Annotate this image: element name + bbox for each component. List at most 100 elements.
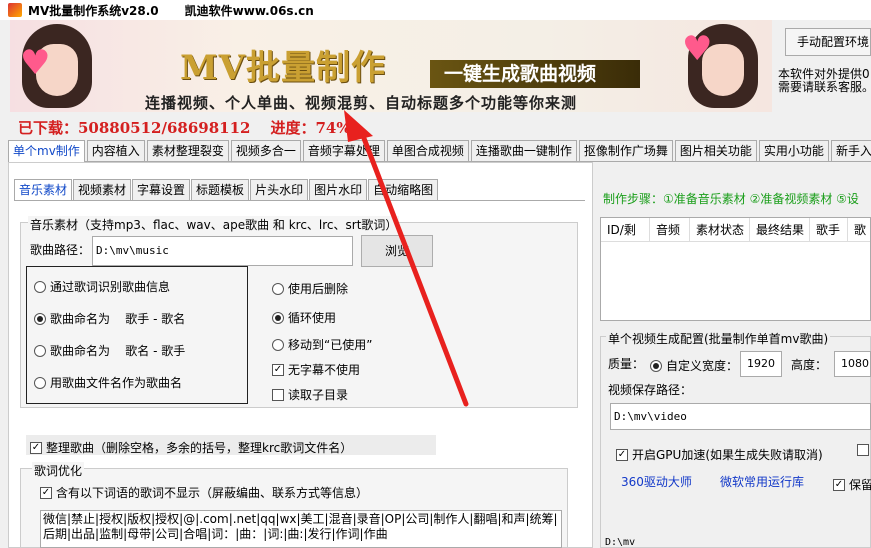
window-title: MV批量制作系统v28.0 xyxy=(28,3,159,18)
main-tabs: 单个mv制作 内容植入 素材整理裂变 视频多合一 音频字幕处理 单图合成视频 连… xyxy=(8,140,871,163)
banner-headline: MV批量制作 xyxy=(180,48,387,88)
notice-line-2: 需要请联系客服。 xyxy=(778,80,871,94)
tab-utilities[interactable]: 实用小功能 xyxy=(758,140,829,161)
table-header: 素材状态 xyxy=(690,218,750,242)
banner-girl-right-image: ♥ xyxy=(678,20,770,112)
checkbox-checked: ✓ xyxy=(833,478,845,491)
tab-content-insert[interactable]: 内容植入 xyxy=(86,140,145,161)
save-path-input[interactable]: D:\mv\video xyxy=(610,403,871,430)
lyrics-group-title: 歌词优化 xyxy=(32,462,85,479)
radio-loop-use[interactable]: 循环使用 xyxy=(272,309,336,326)
tab-beginner[interactable]: 新手入门 xyxy=(830,140,871,161)
banner-slogan: 一键生成歌曲视频 xyxy=(430,60,640,88)
tab-image-watermark[interactable]: 图片水印 xyxy=(309,179,368,200)
lyrics-keywords-textarea[interactable]: 微信|禁止|授权|版权|授权|@|.com|.net|qq|wx|美工|混音|录… xyxy=(40,510,562,548)
browse-button[interactable]: 浏览 xyxy=(361,235,433,267)
check-label: 整理歌曲（删除空格，多余的括号，整理krc歌词文件名） xyxy=(46,441,353,455)
radio-label: 歌曲命名为 歌手 - 歌名 xyxy=(50,312,186,326)
check-read-subdir[interactable]: 读取子目录 xyxy=(272,386,348,403)
bottom-path-text: D:\mv xyxy=(605,537,636,548)
radio-delete-after-use[interactable]: 使用后删除 xyxy=(272,280,348,297)
radio-label: 移动到“已使用” xyxy=(288,338,373,352)
table-header: ID/剩 xyxy=(601,218,650,242)
production-steps: 制作步骤：①准备音乐素材 ②准备视频素材 ⑤设 xyxy=(603,192,859,206)
radio-circle-selected xyxy=(272,311,284,324)
window-site: 凯迪软件www.06s.cn xyxy=(184,3,314,18)
song-path-input[interactable]: D:\mv\music xyxy=(92,236,353,266)
table-header: 歌 xyxy=(854,223,867,237)
radio-label: 通过歌词识别歌曲信息 xyxy=(50,280,171,294)
radio-custom-width[interactable]: 自定义宽度： xyxy=(650,357,738,374)
check-no-subtitle-skip[interactable]: ✓ 无字幕不使用 xyxy=(272,361,360,378)
radio-circle xyxy=(34,376,46,389)
check-tidy-songs[interactable]: ✓ 整理歌曲（删除空格，多余的括号，整理krc歌词文件名） xyxy=(30,439,352,456)
tab-auto-thumbnail[interactable]: 自动缩略图 xyxy=(368,179,439,200)
radio-filename[interactable]: 用歌曲文件名作为歌曲名 xyxy=(34,374,182,391)
radio-song-singer[interactable]: 歌曲命名为 歌名 - 歌手 xyxy=(34,342,185,359)
radio-label: 循环使用 xyxy=(288,311,337,325)
table-header: 音频 xyxy=(650,218,690,242)
tab-intro-watermark[interactable]: 片头水印 xyxy=(250,179,309,200)
banner: ♥ ♥ MV批量制作 一键生成歌曲视频 连播视频、个人单曲、视频混剪、自动标题多… xyxy=(10,20,772,112)
tab-playlist-oneclick[interactable]: 连播歌曲一键制作 xyxy=(470,140,577,161)
title-bar: MV批量制作系统v28.0 凯迪软件www.06s.cn xyxy=(0,0,871,20)
height-label: 高度： xyxy=(791,358,828,372)
radio-move-used[interactable]: 移动到“已使用” xyxy=(272,336,372,353)
tab-audio-subtitle[interactable]: 音频字幕处理 xyxy=(302,140,385,161)
tab-image-video[interactable]: 单图合成视频 xyxy=(386,140,469,161)
check-label: 无字幕不使用 xyxy=(288,363,361,377)
check-keep[interactable]: ✓ 保留 xyxy=(833,476,871,493)
song-table-header: ID/剩 音频 素材状态 最终结果 歌手 歌 xyxy=(601,218,870,242)
check-label: 开启GPU加速(如果生成失败请取消) xyxy=(632,448,823,462)
app-icon xyxy=(8,3,22,17)
check-label: 含有以下词语的歌词不显示（屏蔽编曲、联系方式等信息） xyxy=(56,486,369,500)
header-notice: 本软件对外提供0 需要请联系客服。 xyxy=(778,68,871,94)
radio-circle xyxy=(34,344,46,357)
checkbox-checked: ✓ xyxy=(30,441,42,454)
radio-label: 歌曲命名为 歌名 - 歌手 xyxy=(50,344,186,358)
checkbox xyxy=(857,444,869,456)
song-path-label: 歌曲路径： xyxy=(30,243,91,257)
downloaded-text: 已下载：50880512/68698112 xyxy=(18,119,251,137)
radio-recognize-lyrics[interactable]: 通过歌词识别歌曲信息 xyxy=(34,278,170,295)
tab-subtitle-settings[interactable]: 字幕设置 xyxy=(132,179,191,200)
checkbox-checked: ✓ xyxy=(272,363,284,376)
music-group-title: 音乐素材（支持mp3、flac、wav、ape歌曲 和 krc、lrc、srt歌… xyxy=(28,216,400,233)
sub-tabs: 音乐素材 视频素材 字幕设置 标题模板 片头水印 图片水印 自动缩略图 xyxy=(14,179,439,200)
config-group-title: 单个视频生成配置(批量制作单首mv歌曲) xyxy=(606,330,831,347)
radio-label: 自定义宽度： xyxy=(666,359,739,373)
tab-title-template[interactable]: 标题模板 xyxy=(191,179,250,200)
radio-label: 用歌曲文件名作为歌曲名 xyxy=(50,376,183,390)
link-ms-runtime[interactable]: 微软常用运行库 xyxy=(720,473,804,490)
check-extra[interactable] xyxy=(857,444,871,456)
check-label: 读取子目录 xyxy=(288,388,349,402)
tab-keying-dance[interactable]: 抠像制作广场舞 xyxy=(578,140,673,161)
width-input[interactable]: 1920 xyxy=(740,351,782,377)
radio-label: 使用后删除 xyxy=(288,282,349,296)
banner-girl-left-image: ♥ xyxy=(12,20,104,112)
radio-circle-selected xyxy=(650,359,662,372)
check-label: 保留 xyxy=(849,478,871,492)
check-filter-lyrics[interactable]: ✓ 含有以下词语的歌词不显示（屏蔽编曲、联系方式等信息） xyxy=(40,484,368,501)
download-progress: 已下载：50880512/68698112 进度：74% xyxy=(18,117,351,138)
quality-label: 质量： xyxy=(608,357,645,371)
height-input[interactable]: 1080 xyxy=(834,351,871,377)
song-table[interactable]: ID/剩 音频 素材状态 最终结果 歌手 歌 xyxy=(600,217,871,321)
tab-image-tools[interactable]: 图片相关功能 xyxy=(674,140,757,161)
checkbox xyxy=(272,388,284,401)
radio-singer-song[interactable]: 歌曲命名为 歌手 - 歌名 xyxy=(34,310,185,327)
table-header: 最终结果 xyxy=(750,218,810,242)
checkbox-checked: ✓ xyxy=(616,448,628,461)
manual-config-button[interactable]: 手动配置环境 xyxy=(785,28,871,56)
tab-single-mv[interactable]: 单个mv制作 xyxy=(8,140,85,163)
checkbox-checked: ✓ xyxy=(40,486,52,499)
check-gpu-accel[interactable]: ✓ 开启GPU加速(如果生成失败请取消) xyxy=(616,446,823,463)
tab-video-merge[interactable]: 视频多合一 xyxy=(230,140,301,161)
link-360-driver[interactable]: 360驱动大师 xyxy=(621,473,692,490)
progress-text: 进度：74% xyxy=(270,119,351,137)
banner-description: 连播视频、个人单曲、视频混剪、自动标题多个功能等你来测 xyxy=(145,94,578,112)
tab-video-material[interactable]: 视频素材 xyxy=(73,179,132,200)
tab-music-material[interactable]: 音乐素材 xyxy=(14,179,73,200)
table-header: 歌手 xyxy=(810,218,848,242)
tab-material-fission[interactable]: 素材整理裂变 xyxy=(146,140,229,161)
